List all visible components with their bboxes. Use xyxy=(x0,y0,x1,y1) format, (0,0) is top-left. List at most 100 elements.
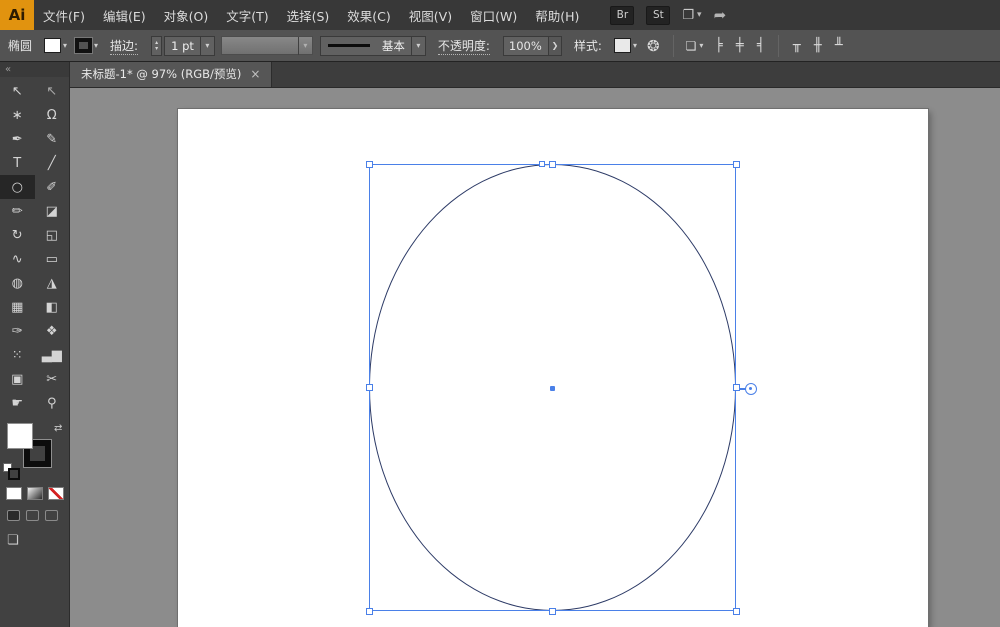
chevron-right-icon: ❯ xyxy=(551,41,559,50)
selection-handle-top-left[interactable] xyxy=(366,161,373,168)
toolbar-collapse[interactable]: « xyxy=(0,62,69,77)
tool-scale[interactable]: ◱ xyxy=(35,223,70,247)
selection-handle-bottom-center[interactable] xyxy=(549,608,556,615)
tool-magic-wand[interactable]: ∗ xyxy=(0,103,35,127)
style-label: 样式: xyxy=(573,39,602,53)
chevron-down-icon: ▾ xyxy=(303,41,308,50)
tool-direct-selection[interactable]: ↖ xyxy=(35,79,70,103)
selection-handle-top-right[interactable] xyxy=(733,161,740,168)
none-button[interactable] xyxy=(48,487,64,500)
selection-handle-bottom-right[interactable] xyxy=(733,608,740,615)
opacity-input[interactable]: 100% xyxy=(502,35,549,56)
menu-help[interactable]: 帮助(H) xyxy=(526,0,588,30)
tool-symbol-sprayer[interactable]: ⁙ xyxy=(0,343,35,367)
tool-selection[interactable]: ↖ xyxy=(0,79,35,103)
fill-color-swatch xyxy=(44,38,62,53)
align-left-button[interactable]: ╞ xyxy=(708,36,729,56)
tool-pencil[interactable]: ✏ xyxy=(0,199,35,223)
chevron-down-icon: ▾ xyxy=(416,41,421,50)
drawing-mode-buttons xyxy=(0,510,69,521)
tool-paintbrush[interactable]: ✐ xyxy=(35,175,70,199)
center-point[interactable] xyxy=(550,386,555,391)
menu-select[interactable]: 选择(S) xyxy=(278,0,339,30)
align-bottom-button[interactable]: ╨ xyxy=(828,36,849,56)
tool-blend[interactable]: ❖ xyxy=(35,319,70,343)
menu-edit[interactable]: 编辑(E) xyxy=(94,0,155,30)
tool-free-transform[interactable]: ▭ xyxy=(35,247,70,271)
tool-line-segment[interactable]: ╱ xyxy=(35,151,70,175)
tool-width[interactable]: ∿ xyxy=(0,247,35,271)
stroke-panel-link[interactable]: 描边: xyxy=(110,37,139,55)
live-shape-widget[interactable] xyxy=(745,383,757,395)
menu-window[interactable]: 窗口(W) xyxy=(461,0,526,30)
close-icon[interactable]: × xyxy=(250,67,260,81)
document-tab[interactable]: 未标题-1* @ 97% (RGB/预览) × xyxy=(70,61,273,87)
stroke-weight-dropdown[interactable]: 1 pt ▾ xyxy=(164,35,215,56)
illustrator-logo-icon: Ai xyxy=(0,0,34,30)
selection-handle-middle-right[interactable] xyxy=(733,384,740,391)
profile-name: 基本 xyxy=(381,38,405,53)
align-middle-vertical-button[interactable]: ╫ xyxy=(807,36,828,56)
tool-mesh[interactable]: ▦ xyxy=(0,295,35,319)
tool-lasso[interactable]: Ω xyxy=(35,103,70,127)
graphic-style-dropdown[interactable]: ▾ xyxy=(613,38,637,53)
tool-column-graph[interactable]: ▃▆ xyxy=(35,343,70,367)
stock-button[interactable]: St xyxy=(646,5,671,25)
tool-artboard[interactable]: ▣ xyxy=(0,367,35,391)
menu-view[interactable]: 视图(V) xyxy=(400,0,461,30)
selection-handle-bottom-left[interactable] xyxy=(366,608,373,615)
selection-handle-middle-left[interactable] xyxy=(366,384,373,391)
workspace-switcher[interactable]: ❐ ▾ xyxy=(682,8,701,23)
tool-rotate[interactable]: ↻ xyxy=(0,223,35,247)
menu-object[interactable]: 对象(O) xyxy=(155,0,218,30)
default-fill-stroke-icon[interactable] xyxy=(3,463,20,480)
anchor-point-top[interactable] xyxy=(539,161,545,167)
color-button[interactable] xyxy=(6,487,22,500)
tool-gradient[interactable]: ◧ xyxy=(35,295,70,319)
tool-zoom[interactable]: ⚲ xyxy=(35,391,70,415)
fill-color-dropdown[interactable]: ▾ xyxy=(44,38,67,53)
align-top-button[interactable]: ╥ xyxy=(786,36,807,56)
variable-width-profile-dropdown[interactable]: 基本 ▾ xyxy=(319,35,426,56)
tools-panel: « ↖ ↖ ∗ Ω ✒ ✎ T ╱ ○ ✐ ✏ ◪ ↻ ◱ ∿ ▭ ◍ ◮ ▦ … xyxy=(0,62,70,627)
change-screen-mode-button[interactable]: ❏ xyxy=(7,533,23,548)
stroke-color-swatch xyxy=(74,37,94,54)
menu-type[interactable]: 文字(T) xyxy=(217,0,277,30)
recolor-artwork-icon[interactable]: ❂ xyxy=(647,37,660,55)
share-icon[interactable]: ➦ xyxy=(714,6,727,24)
draw-normal-button[interactable] xyxy=(7,510,20,521)
tool-type[interactable]: T xyxy=(0,151,35,175)
divider xyxy=(672,34,674,57)
opacity-panel-link[interactable]: 不透明度: xyxy=(437,37,490,55)
gradient-button[interactable] xyxy=(27,487,43,500)
tool-slice[interactable]: ✂ xyxy=(35,367,70,391)
tool-hand[interactable]: ☛ xyxy=(0,391,35,415)
align-center-horizontal-button[interactable]: ╪ xyxy=(729,36,750,56)
brush-definition-dropdown[interactable]: ▾ xyxy=(220,36,313,55)
selection-handle-top-center[interactable] xyxy=(549,161,556,168)
swap-fill-stroke-icon[interactable]: ⇄ xyxy=(54,423,62,434)
document-tab-bar: 未标题-1* @ 97% (RGB/预览) × xyxy=(70,61,1000,88)
tool-curvature[interactable]: ✎ xyxy=(35,127,70,151)
align-options-dropdown[interactable]: ❏ ▾ xyxy=(686,39,704,53)
tool-pen[interactable]: ✒ xyxy=(0,127,35,151)
menu-effect[interactable]: 效果(C) xyxy=(338,0,399,30)
tool-eraser[interactable]: ◪ xyxy=(35,199,70,223)
menu-file[interactable]: 文件(F) xyxy=(34,0,94,30)
opacity-value: 100% xyxy=(508,38,542,53)
draw-inside-button[interactable] xyxy=(45,510,58,521)
align-right-button[interactable]: ╡ xyxy=(750,36,771,56)
stroke-weight-stepper[interactable]: ▴ ▾ xyxy=(151,35,163,56)
stroke-color-dropdown[interactable]: ▾ xyxy=(74,37,98,54)
tool-eyedropper[interactable]: ✑ xyxy=(0,319,35,343)
bridge-button[interactable]: Br xyxy=(610,5,635,25)
chevron-down-icon: ▾ xyxy=(205,41,210,50)
tool-ellipse[interactable]: ○ xyxy=(0,175,35,199)
draw-behind-button[interactable] xyxy=(26,510,39,521)
fill-color-box[interactable] xyxy=(7,423,33,449)
tool-perspective-grid[interactable]: ◮ xyxy=(35,271,70,295)
tools-grid: ↖ ↖ ∗ Ω ✒ ✎ T ╱ ○ ✐ ✏ ◪ ↻ ◱ ∿ ▭ ◍ ◮ ▦ ◧ … xyxy=(0,77,69,415)
tool-shape-builder[interactable]: ◍ xyxy=(0,271,35,295)
opacity-dropdown-arrow[interactable]: ❯ xyxy=(548,35,562,56)
color-controls: ⇄ xyxy=(0,421,69,485)
